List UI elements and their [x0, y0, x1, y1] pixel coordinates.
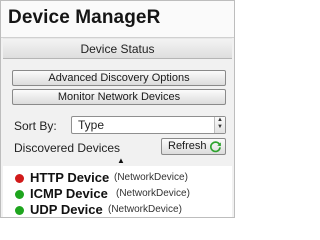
refresh-icon	[210, 141, 221, 153]
device-type: (NetworkDevice)	[114, 172, 188, 183]
title-bar: Device ManageR	[1, 1, 234, 38]
discovered-devices-label: Discovered Devices	[14, 141, 121, 155]
stepper-icon[interactable]: ▲ ▼	[214, 117, 225, 133]
refresh-button[interactable]: Refresh	[161, 138, 226, 155]
status-dot-icon	[15, 190, 24, 199]
monitor-network-devices-button[interactable]: Monitor Network Devices	[12, 89, 226, 105]
sort-by-label: Sort By:	[14, 119, 57, 133]
app-title: Device ManageR	[8, 7, 161, 28]
device-name: ICMP Device	[30, 186, 108, 201]
advanced-discovery-button[interactable]: Advanced Discovery Options	[12, 70, 226, 86]
status-dot-icon	[15, 206, 24, 215]
device-name: HTTP Device	[30, 170, 110, 185]
status-dot-icon	[15, 174, 24, 183]
sort-by-value: Type	[78, 118, 105, 132]
device-list: HTTP Device (NetworkDevice) ICMP Device …	[3, 166, 232, 217]
device-name: UDP Device	[30, 202, 103, 217]
device-status-button[interactable]: Device Status	[3, 38, 232, 59]
refresh-label: Refresh	[168, 140, 207, 152]
device-manager-window: Device ManageR Device Status Advanced Di…	[0, 0, 235, 218]
sort-by-select[interactable]: Type ▲ ▼	[71, 116, 226, 134]
device-type: (NetworkDevice)	[108, 204, 182, 215]
sort-ascending-icon[interactable]: ▲	[117, 157, 125, 165]
device-type: (NetworkDevice)	[116, 188, 190, 199]
